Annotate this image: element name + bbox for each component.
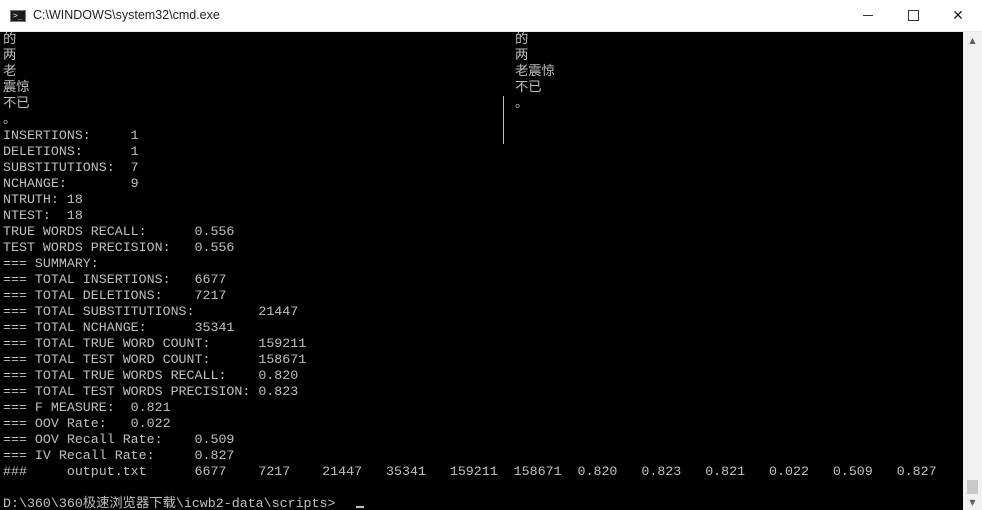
command-prompt[interactable]: D:\360\360极速浏览器下载\icwb2-data\scripts>	[3, 496, 335, 510]
summary-line: === IV Recall Rate: 0.827	[3, 448, 235, 463]
right-column-line: 老震惊	[515, 64, 555, 79]
maximize-button[interactable]	[890, 0, 936, 31]
stats-line: TEST WORDS PRECISION: 0.556	[3, 240, 235, 255]
summary-line: === TOTAL TRUE WORD COUNT: 159211	[3, 336, 307, 351]
summary-line: === OOV Recall Rate: 0.509	[3, 432, 235, 447]
right-column-line: 两	[515, 48, 529, 63]
minimize-button[interactable]	[845, 0, 891, 31]
left-column-line: 两	[3, 48, 17, 63]
summary-line: === TOTAL INSERTIONS: 6677	[3, 272, 227, 287]
text-cursor	[356, 506, 364, 508]
results-row: ### output.txt 6677 7217 21447 35341 159…	[3, 464, 937, 479]
vertical-scrollbar[interactable]: ▲ ▼	[963, 32, 982, 510]
right-column-line: 。	[515, 96, 529, 111]
scrollbar-thumb[interactable]	[967, 480, 978, 494]
close-button[interactable]: ✕	[935, 0, 981, 31]
title-bar[interactable]: >_ C:\WINDOWS\system32\cmd.exe ✕	[0, 0, 982, 32]
window-title: C:\WINDOWS\system32\cmd.exe	[33, 8, 220, 22]
summary-line: === TOTAL TEST WORD COUNT: 158671	[3, 352, 307, 367]
maximize-icon	[907, 10, 919, 21]
left-column-line: 不已	[3, 96, 30, 111]
stats-line: SUBSTITUTIONS: 7	[3, 160, 139, 175]
left-column-line: 老	[3, 64, 17, 79]
summary-line: === TOTAL SUBSTITUTIONS: 21447	[3, 304, 299, 319]
summary-line: === TOTAL NCHANGE: 35341	[3, 320, 235, 335]
stats-line: NTEST: 18	[3, 208, 83, 223]
scroll-up-arrow-icon[interactable]: ▲	[963, 32, 982, 48]
summary-line: === TOTAL TRUE WORDS RECALL: 0.820	[3, 368, 299, 383]
cmd-icon[interactable]: >_	[10, 10, 26, 22]
left-column-line: 震惊	[3, 80, 30, 95]
stats-line: INSERTIONS: 1	[3, 128, 139, 143]
cmd-prompt-glyph: >_	[13, 11, 23, 20]
close-icon: ✕	[952, 7, 964, 24]
scroll-down-arrow-icon[interactable]: ▼	[963, 494, 982, 510]
minimize-icon	[863, 15, 873, 16]
summary-line: === OOV Rate: 0.022	[3, 416, 171, 431]
left-column-line: 的	[3, 32, 17, 47]
stats-line: NTRUTH: 18	[3, 192, 83, 207]
right-column-line: 不已	[515, 80, 542, 95]
summary-line: === F MEASURE: 0.821	[3, 400, 171, 415]
stats-line: NCHANGE: 9	[3, 176, 139, 191]
summary-line: === TOTAL DELETIONS: 7217	[3, 288, 227, 303]
console-output[interactable]: 的 两 老 震惊 不已 。 的 两 老震惊 不已 。 INSERTIONS: 1…	[0, 32, 963, 510]
left-column-line: 。	[3, 112, 17, 127]
summary-header: === SUMMARY:	[3, 256, 99, 271]
stats-line: DELETIONS: 1	[3, 144, 139, 159]
summary-line: === TOTAL TEST WORDS PRECISION: 0.823	[3, 384, 299, 399]
right-column-line: 的	[515, 32, 529, 47]
stats-line: TRUE WORDS RECALL: 0.556	[3, 224, 235, 239]
column-separator	[503, 96, 504, 144]
